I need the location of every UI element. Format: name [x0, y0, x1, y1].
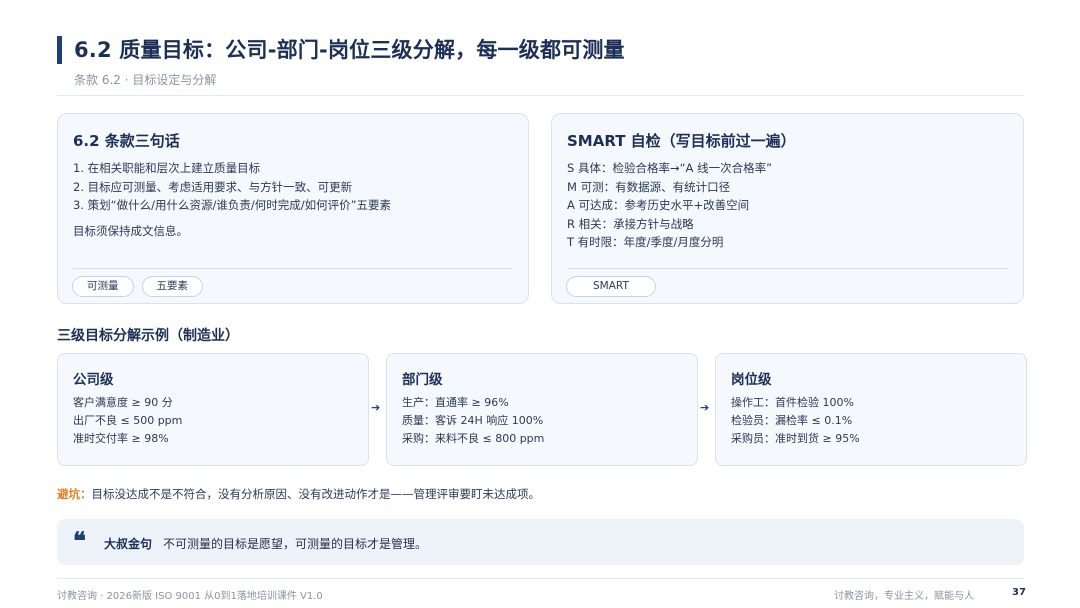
level-lines: 客户满意度 ≥ 90 分 出厂不良 ≤ 500 ppm 准时交付率 ≥ 98%	[73, 394, 182, 448]
card-divider	[73, 268, 513, 269]
page-subtitle: 条款 6.2 · 目标设定与分解	[74, 73, 217, 87]
level-line: 采购员：准时到货 ≥ 95%	[731, 432, 860, 445]
clause-line: 2. 目标应可测量、考虑适用要求、与方针一致、可更新	[73, 179, 353, 194]
page-number: 37	[1012, 587, 1026, 598]
tag-smart[interactable]: SMART	[566, 276, 656, 297]
smart-line: A 可达成：参考历史水平+改善空间	[567, 198, 750, 212]
quote-box: ❝ 大叔金句 不可测量的目标是愿望，可测量的目标才是管理。	[57, 519, 1024, 565]
arrow-right-icon: ➔	[371, 401, 381, 414]
smart-card-title: SMART 自检（写目标前过一遍）	[567, 132, 796, 150]
clause-note: 目标须保持成文信息。	[73, 223, 188, 238]
level-line: 生产：直通率 ≥ 96%	[402, 396, 509, 409]
tag-measurable[interactable]: 可测量	[72, 276, 134, 297]
smart-card: SMART 自检（写目标前过一遍） S 具体：检验合格率→“A 线一次合格率” …	[551, 113, 1024, 304]
level-line: 客户满意度 ≥ 90 分	[73, 396, 173, 409]
level-title: 公司级	[73, 372, 114, 388]
footer-left-text: 讨教咨询 · 2026新版 ISO 9001 从0到1落地培训课件 V1.0	[57, 591, 323, 602]
level-line: 出厂不良 ≤ 500 ppm	[73, 414, 183, 427]
pitfall-label: 避坑：	[57, 487, 92, 501]
tag-five-elements[interactable]: 五要素	[141, 276, 203, 297]
clause-card: 6.2 条款三句话 1. 在相关职能和层次上建立质量目标 2. 目标应可测量、考…	[57, 113, 529, 304]
level-line: 质量：客诉 24H 响应 100%	[402, 414, 544, 427]
smart-tags: SMART	[566, 276, 656, 297]
smart-line: R 相关：承接方针与战略	[567, 216, 694, 231]
header-divider	[57, 95, 1024, 96]
breakdown-section-title: 三级目标分解示例（制造业）	[57, 328, 239, 344]
footer-right-text: 讨教咨询，专业主义，赋能与人	[834, 591, 974, 602]
smart-card-lines: S 具体：检验合格率→“A 线一次合格率” M 可测：有数据源、有统计口径 A …	[567, 159, 772, 252]
quote-label: 大叔金句	[104, 537, 153, 551]
level-card-company: 公司级 客户满意度 ≥ 90 分 出厂不良 ≤ 500 ppm 准时交付率 ≥ …	[57, 353, 369, 466]
clause-card-lines: 1. 在相关职能和层次上建立质量目标 2. 目标应可测量、考虑适用要求、与方针一…	[73, 159, 391, 239]
level-card-department: 部门级 生产：直通率 ≥ 96% 质量：客诉 24H 响应 100% 采购：来料…	[386, 353, 698, 466]
clause-card-title: 6.2 条款三句话	[73, 132, 180, 150]
title-accent-bar	[57, 36, 62, 64]
smart-line: M 可测：有数据源、有统计口径	[567, 179, 731, 194]
footer-divider	[57, 578, 1024, 579]
level-card-position: 岗位级 操作工：首件检验 100% 检验员：漏检率 ≤ 0.1% 采购员：准时到…	[715, 353, 1027, 466]
level-lines: 操作工：首件检验 100% 检验员：漏检率 ≤ 0.1% 采购员：准时到货 ≥ …	[731, 394, 860, 448]
level-title: 部门级	[402, 372, 443, 388]
clause-line: 1. 在相关职能和层次上建立质量目标	[73, 161, 261, 175]
arrow-right-icon: ➔	[700, 401, 710, 414]
pitfall-note: 避坑：目标没达成不是不符合，没有分析原因、没有改进动作才是——管理评审要盯未达成…	[57, 486, 540, 502]
level-line: 操作工：首件检验 100%	[731, 396, 854, 409]
smart-line: T 有时限：年度/季度/月度分明	[567, 235, 724, 249]
level-line: 检验员：漏检率 ≤ 0.1%	[731, 414, 853, 427]
clause-line: 3. 策划“做什么/用什么资源/谁负责/何时完成/如何评价”五要素	[73, 198, 392, 212]
level-line: 准时交付率 ≥ 98%	[73, 432, 169, 445]
level-title: 岗位级	[731, 372, 772, 388]
level-line: 采购：来料不良 ≤ 800 ppm	[402, 432, 545, 445]
page-title: 6.2 质量目标：公司-部门-岗位三级分解，每一级都可测量	[74, 38, 625, 62]
level-lines: 生产：直通率 ≥ 96% 质量：客诉 24H 响应 100% 采购：来料不良 ≤…	[402, 394, 544, 448]
card-divider	[567, 268, 1008, 269]
pitfall-text: 目标没达成不是不符合，没有分析原因、没有改进动作才是——管理评审要盯未达成项。	[91, 487, 541, 501]
quote-text: 不可测量的目标是愿望，可测量的目标才是管理。	[163, 537, 428, 551]
clause-tags: 可测量 五要素	[72, 276, 203, 297]
quote-icon: ❝	[73, 526, 86, 555]
smart-line: S 具体：检验合格率→“A 线一次合格率”	[567, 161, 773, 175]
